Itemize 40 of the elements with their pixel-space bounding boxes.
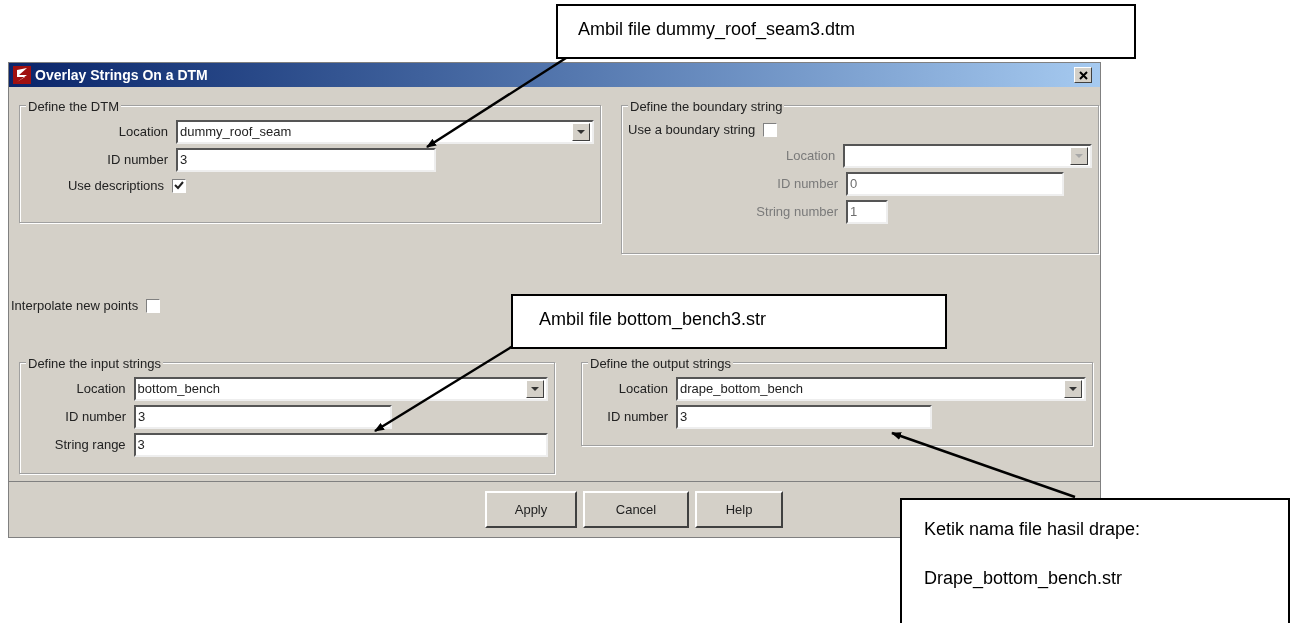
field-label: ID number <box>606 407 668 426</box>
callout-text: Ambil file dummy_roof_seam3.dtm <box>578 18 857 42</box>
dropdown-field[interactable]: drape_bottom_bench <box>676 376 1086 401</box>
dropdown-field[interactable] <box>843 143 1092 168</box>
dropdown-field[interactable]: bottom_bench <box>133 376 548 401</box>
input-field[interactable]: 3 <box>133 432 548 457</box>
callout-text: Ambil file bottom_bench3.str <box>539 308 768 332</box>
field-label: ID number <box>106 151 168 170</box>
field-label: Use a boundary string <box>628 121 756 139</box>
field-label: Location <box>117 123 168 142</box>
checkmark-icon <box>174 181 184 191</box>
dropdown-arrow-icon <box>531 386 539 391</box>
input-field[interactable]: 3 <box>134 404 392 429</box>
dropdown-arrow-icon <box>1075 153 1083 158</box>
dialog-button[interactable]: Help <box>695 491 783 528</box>
dropdown-arrow-icon <box>1069 386 1077 391</box>
field-label: ID number <box>64 407 126 426</box>
app-logo-icon <box>13 66 31 84</box>
checkbox[interactable] <box>763 122 778 137</box>
field-label: Location <box>617 379 668 398</box>
close-icon <box>1078 70 1088 80</box>
input-field[interactable]: 3 <box>176 148 436 172</box>
field-label: ID number <box>776 174 838 193</box>
dropdown-arrow-icon <box>577 130 585 134</box>
dialog-button[interactable]: Apply <box>485 491 577 528</box>
callout-text: Ketik nama file hasil drape: <box>924 518 1142 541</box>
checkbox[interactable] <box>146 298 161 313</box>
field-label: String range <box>53 435 126 454</box>
checkbox[interactable] <box>172 178 186 193</box>
input-field[interactable]: 3 <box>676 404 932 429</box>
field-label: Location <box>75 379 126 398</box>
field-label: Interpolate new points <box>11 297 139 315</box>
field-label: String number <box>755 202 838 221</box>
field-label: Use descriptions <box>66 177 164 195</box>
dropdown-field[interactable]: dummy_roof_seam <box>176 120 594 144</box>
field-label: Location <box>785 146 836 165</box>
window-title: Overlay Strings On a DTM <box>35 65 208 85</box>
callout-text: Drape_bottom_bench.str <box>924 567 1124 591</box>
dialog-button[interactable]: Cancel <box>583 491 689 528</box>
close-button[interactable] <box>1074 67 1092 83</box>
